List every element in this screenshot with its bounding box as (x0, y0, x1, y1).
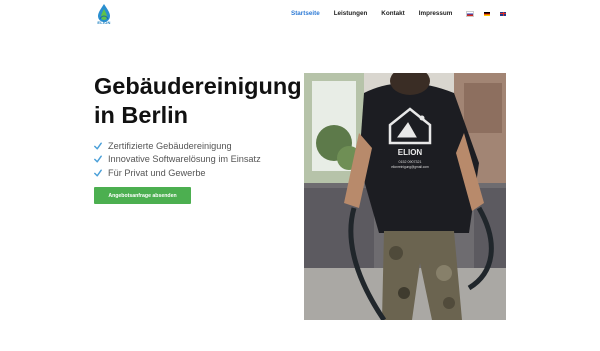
feature-item: Zertifizierte Gebäudereinigung (94, 139, 261, 153)
feature-list: Zertifizierte Gebäudereinigung Innovativ… (94, 139, 261, 180)
feature-label: Für Privat und Gewerbe (108, 167, 206, 178)
ru-flag-icon[interactable] (466, 10, 475, 17)
gb-flag-icon[interactable] (500, 11, 507, 16)
logo-text: ELION (97, 20, 111, 25)
nav-startseite[interactable]: Startseite (291, 10, 320, 17)
shirt-email-text: elionreinigung@gmail.com (391, 165, 429, 169)
nav-leistungen[interactable]: Leistungen (334, 10, 368, 17)
shirt-phone-text: 0152 0907321 (399, 160, 422, 164)
hero-title-line1: Gebäudereinigung (94, 73, 302, 99)
feature-label: Zertifizierte Gebäudereinigung (108, 140, 232, 151)
main-nav: Startseite Leistungen Kontakt Impressum (291, 10, 516, 17)
hero-title-line2: in Berlin (94, 102, 189, 128)
check-icon (94, 169, 102, 177)
hero-title: Gebäudereinigung in Berlin (94, 72, 302, 130)
hero-photo: ELION 0152 0907321 elionreinigung@gmail.… (304, 73, 506, 320)
quote-request-button[interactable]: Angebotsanfrage absenden (94, 187, 191, 204)
shirt-brand-text: ELION (398, 148, 423, 157)
feature-item: Innovative Softwarelösung im Einsatz (94, 153, 261, 167)
feature-item: Für Privat und Gewerbe (94, 166, 261, 180)
nav-impressum[interactable]: Impressum (419, 10, 453, 17)
nav-kontakt[interactable]: Kontakt (381, 10, 404, 17)
check-icon (94, 155, 102, 163)
site-header: ELION Startseite Leistungen Kontakt Impr… (0, 0, 600, 30)
de-flag-icon[interactable] (484, 11, 491, 16)
feature-label: Innovative Softwarelösung im Einsatz (108, 154, 261, 165)
check-icon (94, 142, 102, 150)
